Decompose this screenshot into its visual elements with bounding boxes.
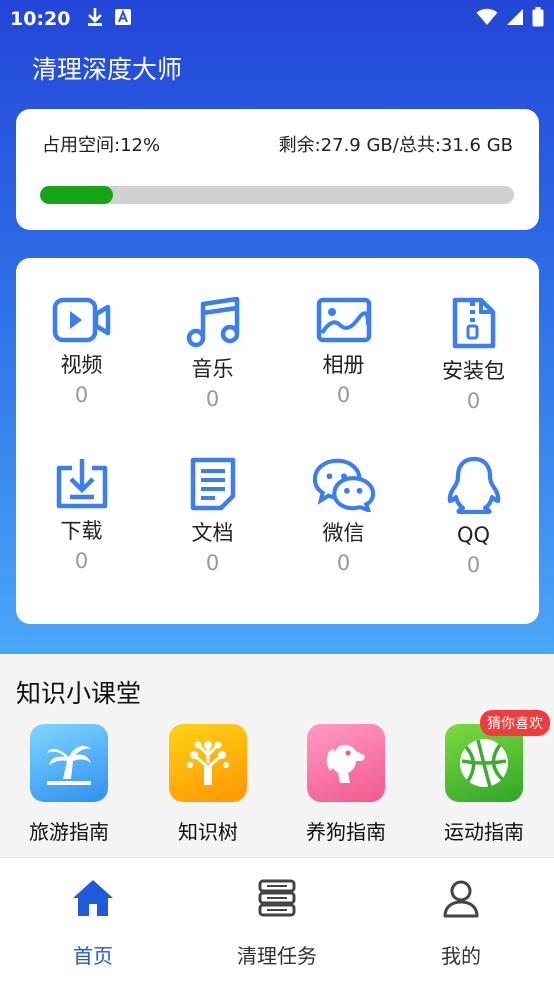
download-status-icon xyxy=(86,7,104,31)
category-document[interactable]: 文档 0 xyxy=(147,418,278,575)
category-count: 0 xyxy=(336,551,351,575)
category-wechat[interactable]: 微信 0 xyxy=(278,418,409,575)
knowledge-item-label: 运动指南 xyxy=(444,820,524,844)
knowledge-item-label: 旅游指南 xyxy=(29,820,109,844)
knowledge-item-dog[interactable]: 养狗指南 xyxy=(286,724,406,845)
knowledge-item-label: 知识树 xyxy=(178,820,238,844)
category-count: 0 xyxy=(74,383,89,407)
dog-icon xyxy=(307,724,385,802)
nav-label: 首页 xyxy=(73,944,113,968)
server-icon xyxy=(257,878,297,922)
category-count: 0 xyxy=(466,553,481,577)
category-label: QQ xyxy=(456,523,491,547)
knowledge-section-title: 知识小课堂 xyxy=(16,679,142,708)
category-label: 相册 xyxy=(322,353,365,377)
category-count: 0 xyxy=(466,389,481,413)
nav-clean-tasks[interactable]: 清理任务 xyxy=(207,878,347,969)
download-icon xyxy=(50,456,114,510)
category-grid-card: 视频 0 音乐 0 相册 0 安装包 0 下载 0 文档 0 微信 0 QQ 0 xyxy=(16,258,539,624)
wechat-icon xyxy=(312,456,376,512)
category-music[interactable]: 音乐 0 xyxy=(147,258,278,411)
storage-used-label: 占用空间:12% xyxy=(42,135,161,156)
document-icon xyxy=(181,456,245,512)
category-download[interactable]: 下载 0 xyxy=(16,418,147,573)
status-time: 10:20 xyxy=(10,8,71,30)
storage-remain-label: 剩余:27.9 GB/总共:31.6 GB xyxy=(278,135,513,156)
image-icon xyxy=(312,296,376,344)
category-label: 音乐 xyxy=(191,357,234,381)
category-package[interactable]: 安装包 0 xyxy=(408,258,539,413)
knowledge-item-knowledge-tree[interactable]: 知识树 xyxy=(148,724,268,845)
knowledge-item-sports[interactable]: 运动指南 猜你喜欢 xyxy=(424,710,550,845)
category-album[interactable]: 相册 0 xyxy=(278,258,409,408)
tree-icon xyxy=(169,724,247,802)
category-label: 下载 xyxy=(60,519,103,543)
nav-mine[interactable]: 我的 xyxy=(391,878,531,969)
category-label: 微信 xyxy=(322,521,365,545)
category-count: 0 xyxy=(205,387,220,411)
storage-progress-fill xyxy=(40,186,114,204)
knowledge-item-travel[interactable]: 旅游指南 xyxy=(9,724,129,845)
category-count: 0 xyxy=(336,383,351,407)
zip-icon xyxy=(442,296,506,350)
recommend-badge: 猜你喜欢 xyxy=(480,710,550,736)
category-video[interactable]: 视频 0 xyxy=(16,258,147,408)
category-qq[interactable]: QQ 0 xyxy=(408,418,539,577)
nav-label: 清理任务 xyxy=(237,944,317,968)
user-icon xyxy=(441,878,481,922)
video-icon xyxy=(50,296,114,344)
home-icon xyxy=(71,878,115,922)
signal-icon xyxy=(506,8,524,30)
qq-icon xyxy=(442,456,506,514)
app-notification-icon xyxy=(114,8,132,30)
bottom-nav: 首页 清理任务 我的 xyxy=(0,857,554,984)
storage-progress-bar xyxy=(40,186,514,204)
category-label: 文档 xyxy=(191,521,234,545)
battery-icon xyxy=(532,7,544,31)
palm-tree-icon xyxy=(30,724,108,802)
category-count: 0 xyxy=(205,551,220,575)
nav-home[interactable]: 首页 xyxy=(23,878,163,969)
wifi-icon xyxy=(476,8,498,30)
category-count: 0 xyxy=(74,549,89,573)
knowledge-item-label: 养狗指南 xyxy=(306,820,386,844)
storage-card: 占用空间:12% 剩余:27.9 GB/总共:31.6 GB xyxy=(16,109,539,230)
status-bar: 10:20 xyxy=(0,0,554,38)
category-label: 视频 xyxy=(60,353,103,377)
music-icon xyxy=(181,296,245,348)
category-label: 安装包 xyxy=(442,359,505,383)
app-title: 清理深度大师 xyxy=(32,55,183,84)
nav-label: 我的 xyxy=(441,944,481,968)
